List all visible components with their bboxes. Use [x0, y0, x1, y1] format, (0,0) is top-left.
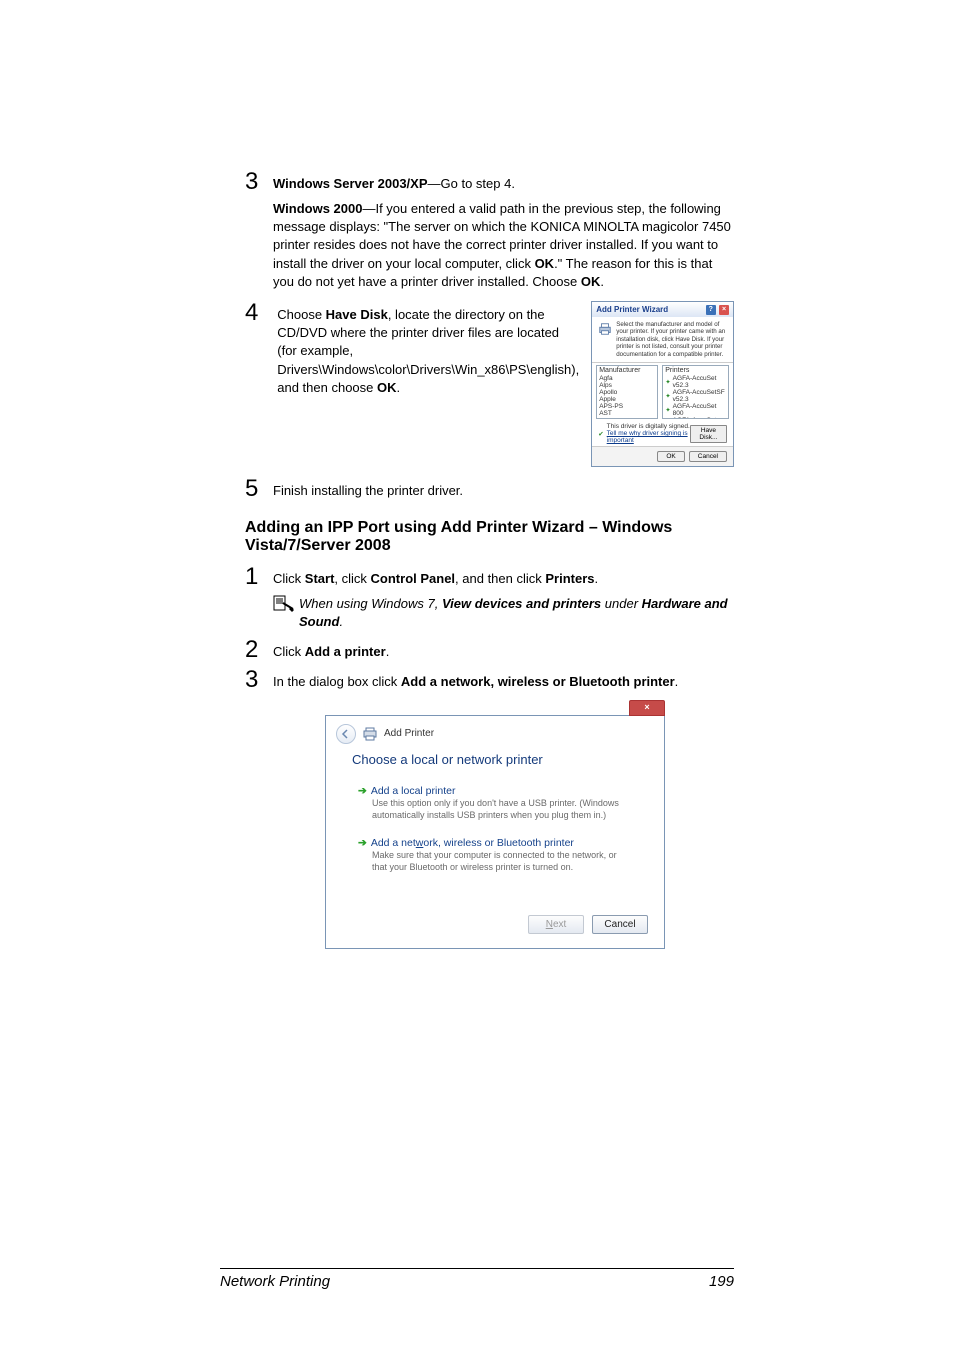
add-printer-wizard-dialog: Add Printer Wizard ? × Select the manufa… [591, 301, 734, 467]
step-number-3: 3 [245, 170, 269, 194]
printers-list[interactable]: Printers ✦AGFA-AccuSet v52.3 ✦AGFA-AccuS… [662, 365, 729, 419]
s4-end: . [397, 380, 401, 395]
arrow-right-icon: ➔ [358, 785, 367, 797]
dlg1-lists: Manufacturer Agfa Alps Apollo Apple APS-… [592, 363, 733, 421]
sub-step-2: 2 Click Add a printer. [245, 638, 734, 662]
list-item[interactable]: ✦AGFA-AccuSet 800SF v52.3 [663, 417, 728, 419]
s4-ok: OK [377, 380, 397, 395]
dlg1-title-text: Add Printer Wizard [596, 305, 668, 314]
dlg1-titlebar: Add Printer Wizard ? × [592, 302, 733, 317]
list-item[interactable]: Apple [597, 396, 657, 403]
cancel-button[interactable]: Cancel [592, 915, 648, 934]
dlg2-header: Add Printer [326, 716, 664, 746]
add-printer-dialog: × Add Printer Choose a local or network … [325, 700, 665, 950]
arrow-left-icon [341, 729, 351, 739]
step-4-body: Choose Have Disk, locate the directory o… [277, 301, 579, 397]
sub3-body: In the dialog box click Add a network, w… [273, 668, 734, 691]
sub-step-3: 3 In the dialog box click Add a network,… [245, 668, 734, 692]
manufacturer-list[interactable]: Manufacturer Agfa Alps Apollo Apple APS-… [596, 365, 658, 419]
sub1-body: Click Start, click Control Panel, and th… [273, 565, 734, 588]
step3-lead-bold: Windows Server 2003/XP [273, 176, 428, 191]
list-item[interactable]: Alps [597, 382, 657, 389]
step-number-3b: 3 [245, 668, 269, 692]
list-item[interactable]: ✦AGFA-AccuSet v52.3 [663, 375, 728, 389]
add-network-printer-option[interactable]: ➔ Add a network, wireless or Bluetooth p… [352, 831, 638, 879]
opt1-desc: Use this option only if you don't have a… [372, 797, 632, 821]
arrow-right-icon: ➔ [358, 837, 367, 849]
step3-lead-rest: —Go to step 4. [428, 176, 515, 191]
step-number-1: 1 [245, 565, 269, 589]
s4-havedisk: Have Disk [326, 307, 388, 322]
step3-p2-ok1: OK [535, 256, 555, 271]
step-5: 5 Finish installing the printer driver. [245, 477, 734, 501]
footer-page-number: 199 [709, 1273, 734, 1290]
dlg1-sign-link[interactable]: Tell me why driver signing is important [607, 430, 690, 444]
dlg1-sign-row: ✔ This driver is digitally signed. Tell … [592, 421, 733, 446]
manuf-header: Manufacturer [597, 366, 657, 375]
help-icon[interactable]: ? [706, 305, 716, 315]
printer-icon [362, 727, 378, 741]
back-button[interactable] [336, 724, 356, 744]
step-5-body: Finish installing the printer driver. [273, 477, 734, 500]
step3-p2-end: . [600, 274, 604, 289]
step-number-2: 2 [245, 638, 269, 662]
step3-p2-ok2: OK [581, 274, 601, 289]
dlg2-breadcrumb: Add Printer [384, 728, 434, 739]
dlg1-desc-text: Select the manufacturer and model of you… [616, 321, 727, 358]
have-disk-button[interactable]: Have Disk... [690, 425, 727, 443]
dlg2-title: Choose a local or network printer [326, 746, 664, 775]
step-number-5: 5 [245, 477, 269, 501]
dlg1-sign-text: This driver is digitally signed. [607, 423, 690, 430]
sub2-body: Click Add a printer. [273, 638, 734, 661]
step3-para2: Windows 2000—If you entered a valid path… [273, 200, 734, 291]
opt2-title: Add a network, wireless or Bluetooth pri… [371, 837, 574, 849]
list-item[interactable]: ✦AGFA-AccuSet 800 [663, 403, 728, 417]
list-item[interactable]: Apollo [597, 389, 657, 396]
step-number-4: 4 [245, 301, 261, 325]
printer-icon [598, 321, 612, 337]
close-icon[interactable]: × [629, 700, 665, 716]
list-item[interactable]: APS-PS [597, 403, 657, 410]
opt1-title: Add a local printer [371, 785, 456, 797]
note-row: When using Windows 7, View devices and p… [273, 595, 734, 631]
footer-section: Network Printing [220, 1273, 330, 1290]
list-item[interactable]: AST [597, 410, 657, 417]
list-item[interactable]: Agfa [597, 375, 657, 382]
section-heading: Adding an IPP Port using Add Printer Wiz… [245, 519, 734, 555]
list-item[interactable]: ✦AGFA-AccuSetSF v52.3 [663, 389, 728, 403]
next-button[interactable]: Next [528, 915, 584, 934]
note-body: When using Windows 7, View devices and p… [299, 595, 734, 631]
ok-button[interactable]: OK [657, 451, 684, 462]
close-icon[interactable]: × [719, 305, 729, 315]
step-3-body: Windows Server 2003/XP—Go to step 4. [273, 170, 734, 193]
page-footer: Network Printing 199 [220, 1268, 734, 1290]
sub-step-1: 1 Click Start, click Control Panel, and … [245, 565, 734, 589]
shield-icon: ✔ [598, 430, 603, 438]
dlg1-footer: OK Cancel [592, 446, 733, 466]
step-3: 3 Windows Server 2003/XP—Go to step 4. [245, 170, 734, 194]
step-4: 4 Choose Have Disk, locate the directory… [245, 301, 734, 467]
dlg1-description: Select the manufacturer and model of you… [592, 317, 733, 363]
printers-header: Printers [663, 366, 728, 375]
document-page: 3 Windows Server 2003/XP—Go to step 4. W… [0, 0, 954, 1350]
opt2-desc: Make sure that your computer is connecte… [372, 849, 632, 873]
note-icon [273, 595, 299, 631]
dlg2-footer: Next Cancel [326, 903, 664, 948]
add-local-printer-option[interactable]: ➔ Add a local printer Use this option on… [352, 779, 638, 827]
s4-a: Choose [277, 307, 325, 322]
step3-p2-bold: Windows 2000 [273, 201, 362, 216]
cancel-button[interactable]: Cancel [689, 451, 727, 462]
